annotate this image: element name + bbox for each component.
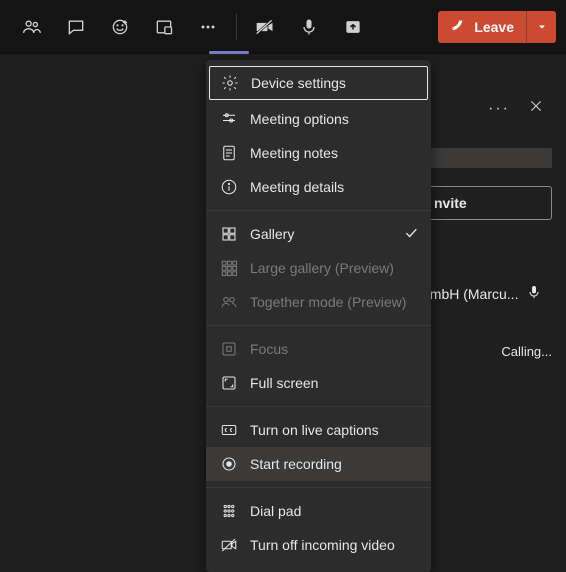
panel-input-placeholder[interactable] (427, 148, 552, 168)
meeting-toolbar: Leave (0, 0, 566, 54)
menu-item-turn-off-incoming[interactable]: Turn off incoming video (206, 528, 431, 562)
menu-label: Turn off incoming video (250, 537, 395, 553)
menu-separator (206, 210, 431, 211)
menu-separator (206, 487, 431, 488)
menu-label: Gallery (250, 226, 294, 242)
share-button[interactable] (331, 5, 375, 49)
menu-label: Meeting details (250, 179, 344, 195)
menu-item-device-settings[interactable]: Device settings (209, 66, 428, 100)
focus-icon (220, 340, 238, 358)
more-actions-menu: Device settings Meeting options Meeting … (206, 60, 431, 572)
leave-label: Leave (474, 19, 514, 35)
leave-group: Leave (438, 11, 556, 43)
menu-label: Dial pad (250, 503, 301, 519)
close-icon (528, 98, 544, 114)
leave-more-button[interactable] (526, 11, 556, 43)
menu-label: Focus (250, 341, 288, 357)
chevron-down-icon (536, 21, 548, 33)
gear-icon (221, 74, 239, 92)
leave-button[interactable]: Leave (438, 11, 526, 43)
menu-item-focus: Focus (206, 332, 431, 366)
menu-label: Full screen (250, 375, 318, 391)
participants-button[interactable] (10, 5, 54, 49)
menu-separator (206, 325, 431, 326)
record-icon (220, 455, 238, 473)
fullscreen-icon (220, 374, 238, 392)
toolbar-divider (236, 14, 237, 40)
panel-close-button[interactable] (528, 98, 544, 119)
incoming-video-icon (220, 536, 238, 554)
share-invite-button[interactable]: nvite (427, 186, 552, 220)
notes-icon (220, 144, 238, 162)
camera-button[interactable] (243, 5, 287, 49)
dialpad-icon (220, 502, 238, 520)
menu-item-start-recording[interactable]: Start recording (206, 447, 431, 481)
participant-name: 3mbH (Marcu... (422, 286, 518, 302)
more-actions-button[interactable] (186, 5, 230, 49)
menu-separator (206, 406, 431, 407)
menu-label: Meeting options (250, 111, 349, 127)
cc-icon (220, 421, 238, 439)
chat-button[interactable] (54, 5, 98, 49)
menu-item-live-captions[interactable]: Turn on live captions (206, 413, 431, 447)
menu-item-dial-pad[interactable]: Dial pad (206, 494, 431, 528)
menu-label: Together mode (Preview) (250, 294, 406, 310)
gallery-icon (220, 225, 238, 243)
menu-item-large-gallery: Large gallery (Preview) (206, 251, 431, 285)
microphone-button[interactable] (287, 5, 331, 49)
info-icon (220, 178, 238, 196)
menu-label: Turn on live captions (250, 422, 379, 438)
menu-item-together-mode: Together mode (Preview) (206, 285, 431, 319)
participant-row[interactable]: 3mbH (Marcu... (422, 284, 552, 303)
invite-label: nvite (434, 195, 467, 211)
menu-label: Large gallery (Preview) (250, 260, 394, 276)
menu-item-fullscreen[interactable]: Full screen (206, 366, 431, 400)
sliders-icon (220, 110, 238, 128)
calling-status: Calling... (501, 344, 552, 359)
together-icon (220, 293, 238, 311)
mic-icon (526, 284, 542, 303)
menu-label: Start recording (250, 456, 342, 472)
check-icon (403, 225, 419, 244)
reactions-button[interactable] (98, 5, 142, 49)
grid-icon (220, 259, 238, 277)
menu-item-meeting-notes[interactable]: Meeting notes (206, 136, 431, 170)
more-active-indicator (209, 51, 249, 54)
menu-label: Meeting notes (250, 145, 338, 161)
rooms-button[interactable] (142, 5, 186, 49)
menu-item-meeting-options[interactable]: Meeting options (206, 102, 431, 136)
menu-item-gallery[interactable]: Gallery (206, 217, 431, 251)
panel-more-button[interactable]: ··· (488, 100, 510, 118)
menu-label: Device settings (251, 75, 346, 91)
hangup-icon (450, 18, 468, 36)
menu-item-meeting-details[interactable]: Meeting details (206, 170, 431, 204)
